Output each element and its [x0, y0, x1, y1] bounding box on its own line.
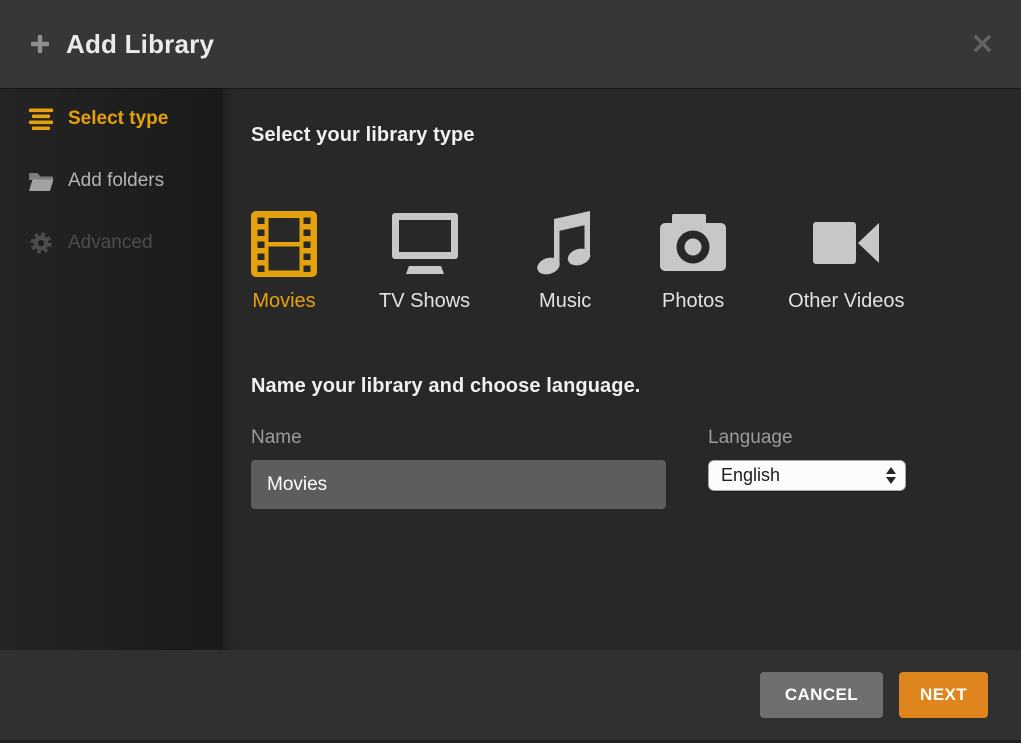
library-type-photos[interactable]: Photos: [660, 211, 726, 313]
camera-icon: [660, 211, 726, 277]
library-type-tv-shows[interactable]: TV Shows: [379, 211, 470, 313]
name-label: Name: [251, 427, 666, 449]
select-stepper-icon: [886, 467, 899, 484]
library-type-label: TV Shows: [379, 290, 470, 313]
folder-open-icon: [27, 171, 55, 192]
gear-icon: [27, 231, 55, 255]
video-camera-icon: [813, 211, 879, 277]
cancel-button[interactable]: CANCEL: [760, 672, 883, 718]
library-type-label: Movies: [252, 290, 315, 313]
sidebar-item-select-type[interactable]: Select type: [0, 88, 222, 150]
list-lines-icon: [27, 108, 55, 130]
sidebar-item-label: Select type: [68, 108, 168, 130]
language-select-value: English: [721, 465, 780, 486]
name-field-group: Name: [251, 427, 666, 509]
fields-row: Name Language English: [251, 427, 1021, 509]
dialog-header: Add Library ×: [0, 0, 1021, 88]
library-type-heading: Select your library type: [251, 124, 1021, 147]
next-button[interactable]: NEXT: [899, 672, 988, 718]
main-content: Select your library type: [222, 88, 1021, 650]
film-strip-icon: [251, 211, 317, 277]
close-icon[interactable]: ×: [970, 29, 995, 59]
dialog-title: Add Library: [66, 29, 214, 60]
name-language-heading: Name your library and choose language.: [251, 375, 1021, 398]
tv-monitor-icon: [392, 211, 458, 277]
sidebar-item-add-folders[interactable]: Add folders: [0, 150, 222, 212]
chevron-down-icon: [886, 477, 896, 484]
chevron-up-icon: [886, 467, 896, 474]
library-type-label: Photos: [662, 290, 724, 313]
library-type-label: Music: [539, 290, 591, 313]
music-note-icon: [532, 211, 598, 277]
sidebar-item-label: Advanced: [68, 232, 153, 254]
library-type-other-videos[interactable]: Other Videos: [788, 211, 904, 313]
library-type-movies[interactable]: Movies: [251, 211, 317, 313]
library-type-list: Movies TV Shows: [251, 211, 1021, 313]
sidebar-item-label: Add folders: [68, 170, 164, 192]
library-type-music[interactable]: Music: [532, 211, 598, 313]
add-library-dialog: Add Library × Select type Add: [0, 0, 1021, 743]
plus-icon: [28, 32, 52, 56]
sidebar: Select type Add folders Advanced: [0, 88, 222, 650]
sidebar-item-advanced: Advanced: [0, 212, 222, 274]
language-label: Language: [708, 427, 906, 449]
language-select[interactable]: English: [708, 460, 906, 491]
library-type-label: Other Videos: [788, 290, 904, 313]
language-field-group: Language English: [708, 427, 906, 509]
dialog-footer: CANCEL NEXT: [0, 650, 1021, 743]
library-name-input[interactable]: [251, 460, 666, 509]
